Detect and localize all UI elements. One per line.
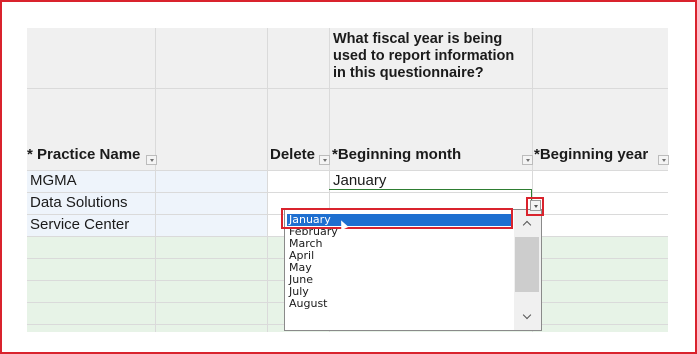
grid-hline (27, 170, 668, 171)
dropdown-option[interactable]: March (287, 238, 512, 250)
dropdown-option[interactable]: May (287, 262, 512, 274)
selected-option-highlight (281, 208, 513, 229)
question-text: What fiscal year is being used to report… (333, 31, 515, 81)
header-beginning-year[interactable]: *Beginning year (534, 146, 648, 163)
dropdown-option[interactable]: April (287, 250, 512, 262)
filter-dropdown-icon[interactable] (146, 155, 157, 165)
header-delete[interactable]: Delete (270, 146, 315, 163)
cell-practice-name[interactable]: Data Solutions (30, 194, 128, 211)
dropdown-option[interactable]: June (287, 274, 512, 286)
chevron-up-icon[interactable] (514, 214, 541, 236)
chevron-down-icon[interactable] (514, 306, 541, 328)
scrollbar-thumb[interactable] (515, 237, 539, 292)
dropdown-arrow-highlight (526, 197, 544, 216)
grid-hline (27, 88, 668, 89)
active-cell[interactable] (329, 189, 532, 210)
filter-dropdown-icon[interactable] (522, 155, 533, 165)
grid-vline (267, 28, 268, 332)
grid-vline (155, 28, 156, 332)
cell-practice-name[interactable]: Service Center (30, 216, 129, 233)
dropdown-scrollbar[interactable] (514, 210, 541, 330)
header-practice-name[interactable]: * Practice Name (27, 146, 140, 163)
filter-dropdown-icon[interactable] (319, 155, 330, 165)
cell-practice-name[interactable]: MGMA (30, 172, 77, 189)
cell-beginning-month[interactable]: January (333, 172, 386, 189)
dropdown-option[interactable]: August (287, 298, 512, 310)
filter-dropdown-icon[interactable] (658, 155, 669, 165)
header-beginning-month[interactable]: *Beginning month (332, 146, 461, 163)
